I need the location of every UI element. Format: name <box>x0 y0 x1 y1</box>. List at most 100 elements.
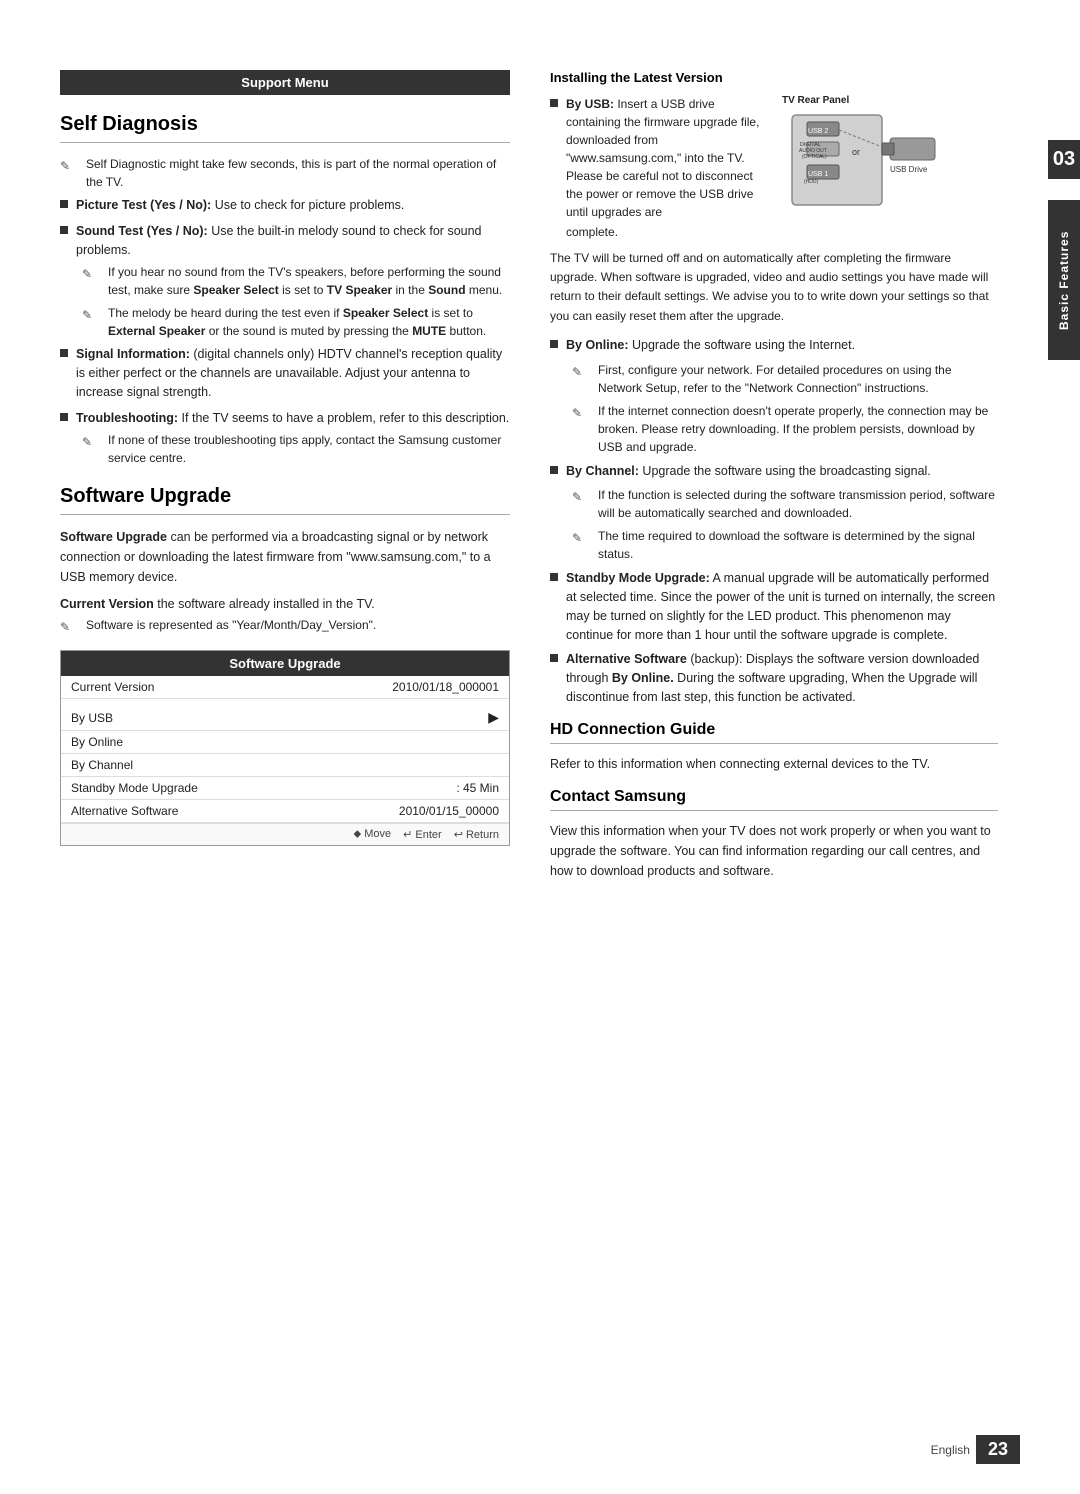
troubleshooting-subnote: If none of these troubleshooting tips ap… <box>82 431 510 467</box>
by-usb-block: By USB: Insert a USB drive containing th… <box>550 95 998 241</box>
by-channel-item: By Channel: Upgrade the software using t… <box>550 462 998 481</box>
tv-rear-panel-label: TV Rear Panel <box>782 95 942 106</box>
picture-test-item: Picture Test (Yes / No): Use to check fo… <box>60 196 510 215</box>
svg-text:USB Drive: USB Drive <box>890 165 928 174</box>
contact-samsung-title: Contact Samsung <box>550 788 998 811</box>
hd-connection-text: Refer to this information when connectin… <box>550 754 998 774</box>
page-container: Basic Features 03 Support Menu Self Diag… <box>0 0 1080 1494</box>
pencil-icon-5 <box>60 618 74 636</box>
panel-svg: USB 2 DIGITAL AUDIO OUT (OPTICAL) or <box>782 110 942 210</box>
pencil-icon-6 <box>572 363 586 381</box>
sw-online-label: By Online <box>71 735 123 749</box>
svg-text:or: or <box>852 147 860 157</box>
channel-note-1: If the function is selected during the s… <box>572 486 998 522</box>
contact-samsung-text: View this information when your TV does … <box>550 821 998 881</box>
sw-alt-value: 2010/01/15_00000 <box>399 804 499 818</box>
bullet-square-3 <box>60 349 68 357</box>
pencil-icon-9 <box>572 529 586 547</box>
signal-info-bold: Signal Information: <box>76 347 190 361</box>
right-column: Installing the Latest Version By USB: In… <box>540 70 998 1424</box>
page-footer: English 23 <box>931 1435 1020 1464</box>
bullet-square-4 <box>60 413 68 421</box>
pencil-icon-1 <box>60 157 74 175</box>
software-upgrade-section: Software Upgrade Software Upgrade can be… <box>60 485 510 846</box>
sw-nav-enter: ↵ Enter <box>403 828 442 841</box>
sw-alt-label: Alternative Software <box>71 804 178 818</box>
self-diagnosis-section: Self Diagnosis Self Diagnostic might tak… <box>60 113 510 467</box>
bullet-square-2 <box>60 226 68 234</box>
bullet-square-1 <box>60 200 68 208</box>
by-online-item: By Online: Upgrade the software using th… <box>550 336 998 355</box>
sw-row-alt: Alternative Software 2010/01/15_00000 <box>61 800 509 823</box>
installing-latest-section: Installing the Latest Version By USB: In… <box>550 70 998 707</box>
self-diagnosis-intro: Self Diagnostic might take few seconds, … <box>60 155 510 191</box>
sw-row-online[interactable]: By Online <box>61 731 509 754</box>
panel-svg-container: USB 2 DIGITAL AUDIO OUT (OPTICAL) or <box>782 110 942 213</box>
sw-usb-label: By USB <box>71 711 113 725</box>
pencil-icon-2 <box>82 265 96 283</box>
pencil-icon-4 <box>82 433 96 451</box>
by-usb-content: By USB: Insert a USB drive containing th… <box>566 95 998 241</box>
sw-usb-arrow: ▶ <box>488 709 499 726</box>
page-number: 23 <box>976 1435 1020 1464</box>
by-usb-text: By USB: Insert a USB drive containing th… <box>566 95 766 221</box>
software-upgrade-intro: Software Upgrade can be performed via a … <box>60 527 510 587</box>
current-version-text: Current Version the software already ins… <box>60 597 510 611</box>
sw-current-label: Current Version <box>71 680 154 694</box>
alternative-software-item: Alternative Software (backup): Displays … <box>550 650 998 706</box>
sound-subnote-1: If you hear no sound from the TV's speak… <box>82 263 510 299</box>
sw-nav-return: ↩ Return <box>454 828 499 841</box>
svg-text:(HDD): (HDD) <box>804 179 818 185</box>
installing-title: Installing the Latest Version <box>550 70 998 85</box>
self-diagnosis-title: Self Diagnosis <box>60 113 510 143</box>
sw-row-current: Current Version 2010/01/18_000001 <box>61 676 509 699</box>
online-note-1: First, configure your network. For detai… <box>572 361 998 397</box>
channel-note-2: The time required to download the softwa… <box>572 527 998 563</box>
svg-text:(OPTICAL): (OPTICAL) <box>802 154 827 160</box>
troubleshooting-item: Troubleshooting: If the TV seems to have… <box>60 409 510 428</box>
chapter-label: Basic Features <box>1048 200 1080 360</box>
sw-current-value: 2010/01/18_000001 <box>392 680 499 694</box>
signal-info-item: Signal Information: (digital channels on… <box>60 345 510 401</box>
sound-test-item: Sound Test (Yes / No): Use the built-in … <box>60 222 510 260</box>
bullet-square-channel <box>550 466 558 474</box>
software-note: Software is represented as "Year/Month/D… <box>60 616 510 636</box>
sw-standby-value: : 45 Min <box>456 781 499 795</box>
sw-box-header: Software Upgrade <box>61 651 509 676</box>
by-usb-complete-text: complete. <box>566 223 998 241</box>
sw-row-standby: Standby Mode Upgrade : 45 Min <box>61 777 509 800</box>
pencil-icon-3 <box>82 306 96 324</box>
chapter-number: 03 <box>1048 140 1080 179</box>
bullet-square-alt <box>550 654 558 662</box>
sw-nav-move: ⬥ Move <box>353 828 391 841</box>
standby-mode-item: Standby Mode Upgrade: A manual upgrade w… <box>550 569 998 644</box>
sw-row-usb[interactable]: By USB ▶ <box>61 705 509 731</box>
hd-connection-section: HD Connection Guide Refer to this inform… <box>550 721 998 774</box>
pencil-icon-8 <box>572 488 586 506</box>
main-content: Support Menu Self Diagnosis Self Diagnos… <box>0 40 1048 1454</box>
svg-text:USB 1: USB 1 <box>808 171 828 178</box>
software-upgrade-title: Software Upgrade <box>60 485 510 515</box>
bullet-square-standby <box>550 573 558 581</box>
sound-subnote-2: The melody be heard during the test even… <box>82 304 510 340</box>
pencil-icon-7 <box>572 404 586 422</box>
picture-test-bold: Picture Test (Yes / No): <box>76 198 211 212</box>
post-usb-text: The TV will be turned off and on automat… <box>550 249 998 326</box>
tv-rear-panel-diagram: TV Rear Panel USB 2 <box>782 95 942 213</box>
bullet-square-online <box>550 340 558 348</box>
sw-channel-label: By Channel <box>71 758 133 772</box>
sw-nav-bar: ⬥ Move ↵ Enter ↩ Return <box>61 823 509 845</box>
left-column: Support Menu Self Diagnosis Self Diagnos… <box>60 70 540 1424</box>
bullet-square-usb <box>550 99 558 107</box>
svg-text:USB 2: USB 2 <box>808 128 828 135</box>
support-menu-header: Support Menu <box>60 70 510 95</box>
sw-standby-label: Standby Mode Upgrade <box>71 781 198 795</box>
troubleshooting-bold: Troubleshooting: <box>76 411 178 425</box>
software-upgrade-box: Software Upgrade Current Version 2010/01… <box>60 650 510 846</box>
contact-samsung-section: Contact Samsung View this information wh… <box>550 788 998 881</box>
hd-connection-title: HD Connection Guide <box>550 721 998 744</box>
by-usb-row: By USB: Insert a USB drive containing th… <box>566 95 998 221</box>
sw-row-channel[interactable]: By Channel <box>61 754 509 777</box>
sound-test-bold: Sound Test (Yes / No): <box>76 224 208 238</box>
page-language: English <box>931 1443 970 1457</box>
